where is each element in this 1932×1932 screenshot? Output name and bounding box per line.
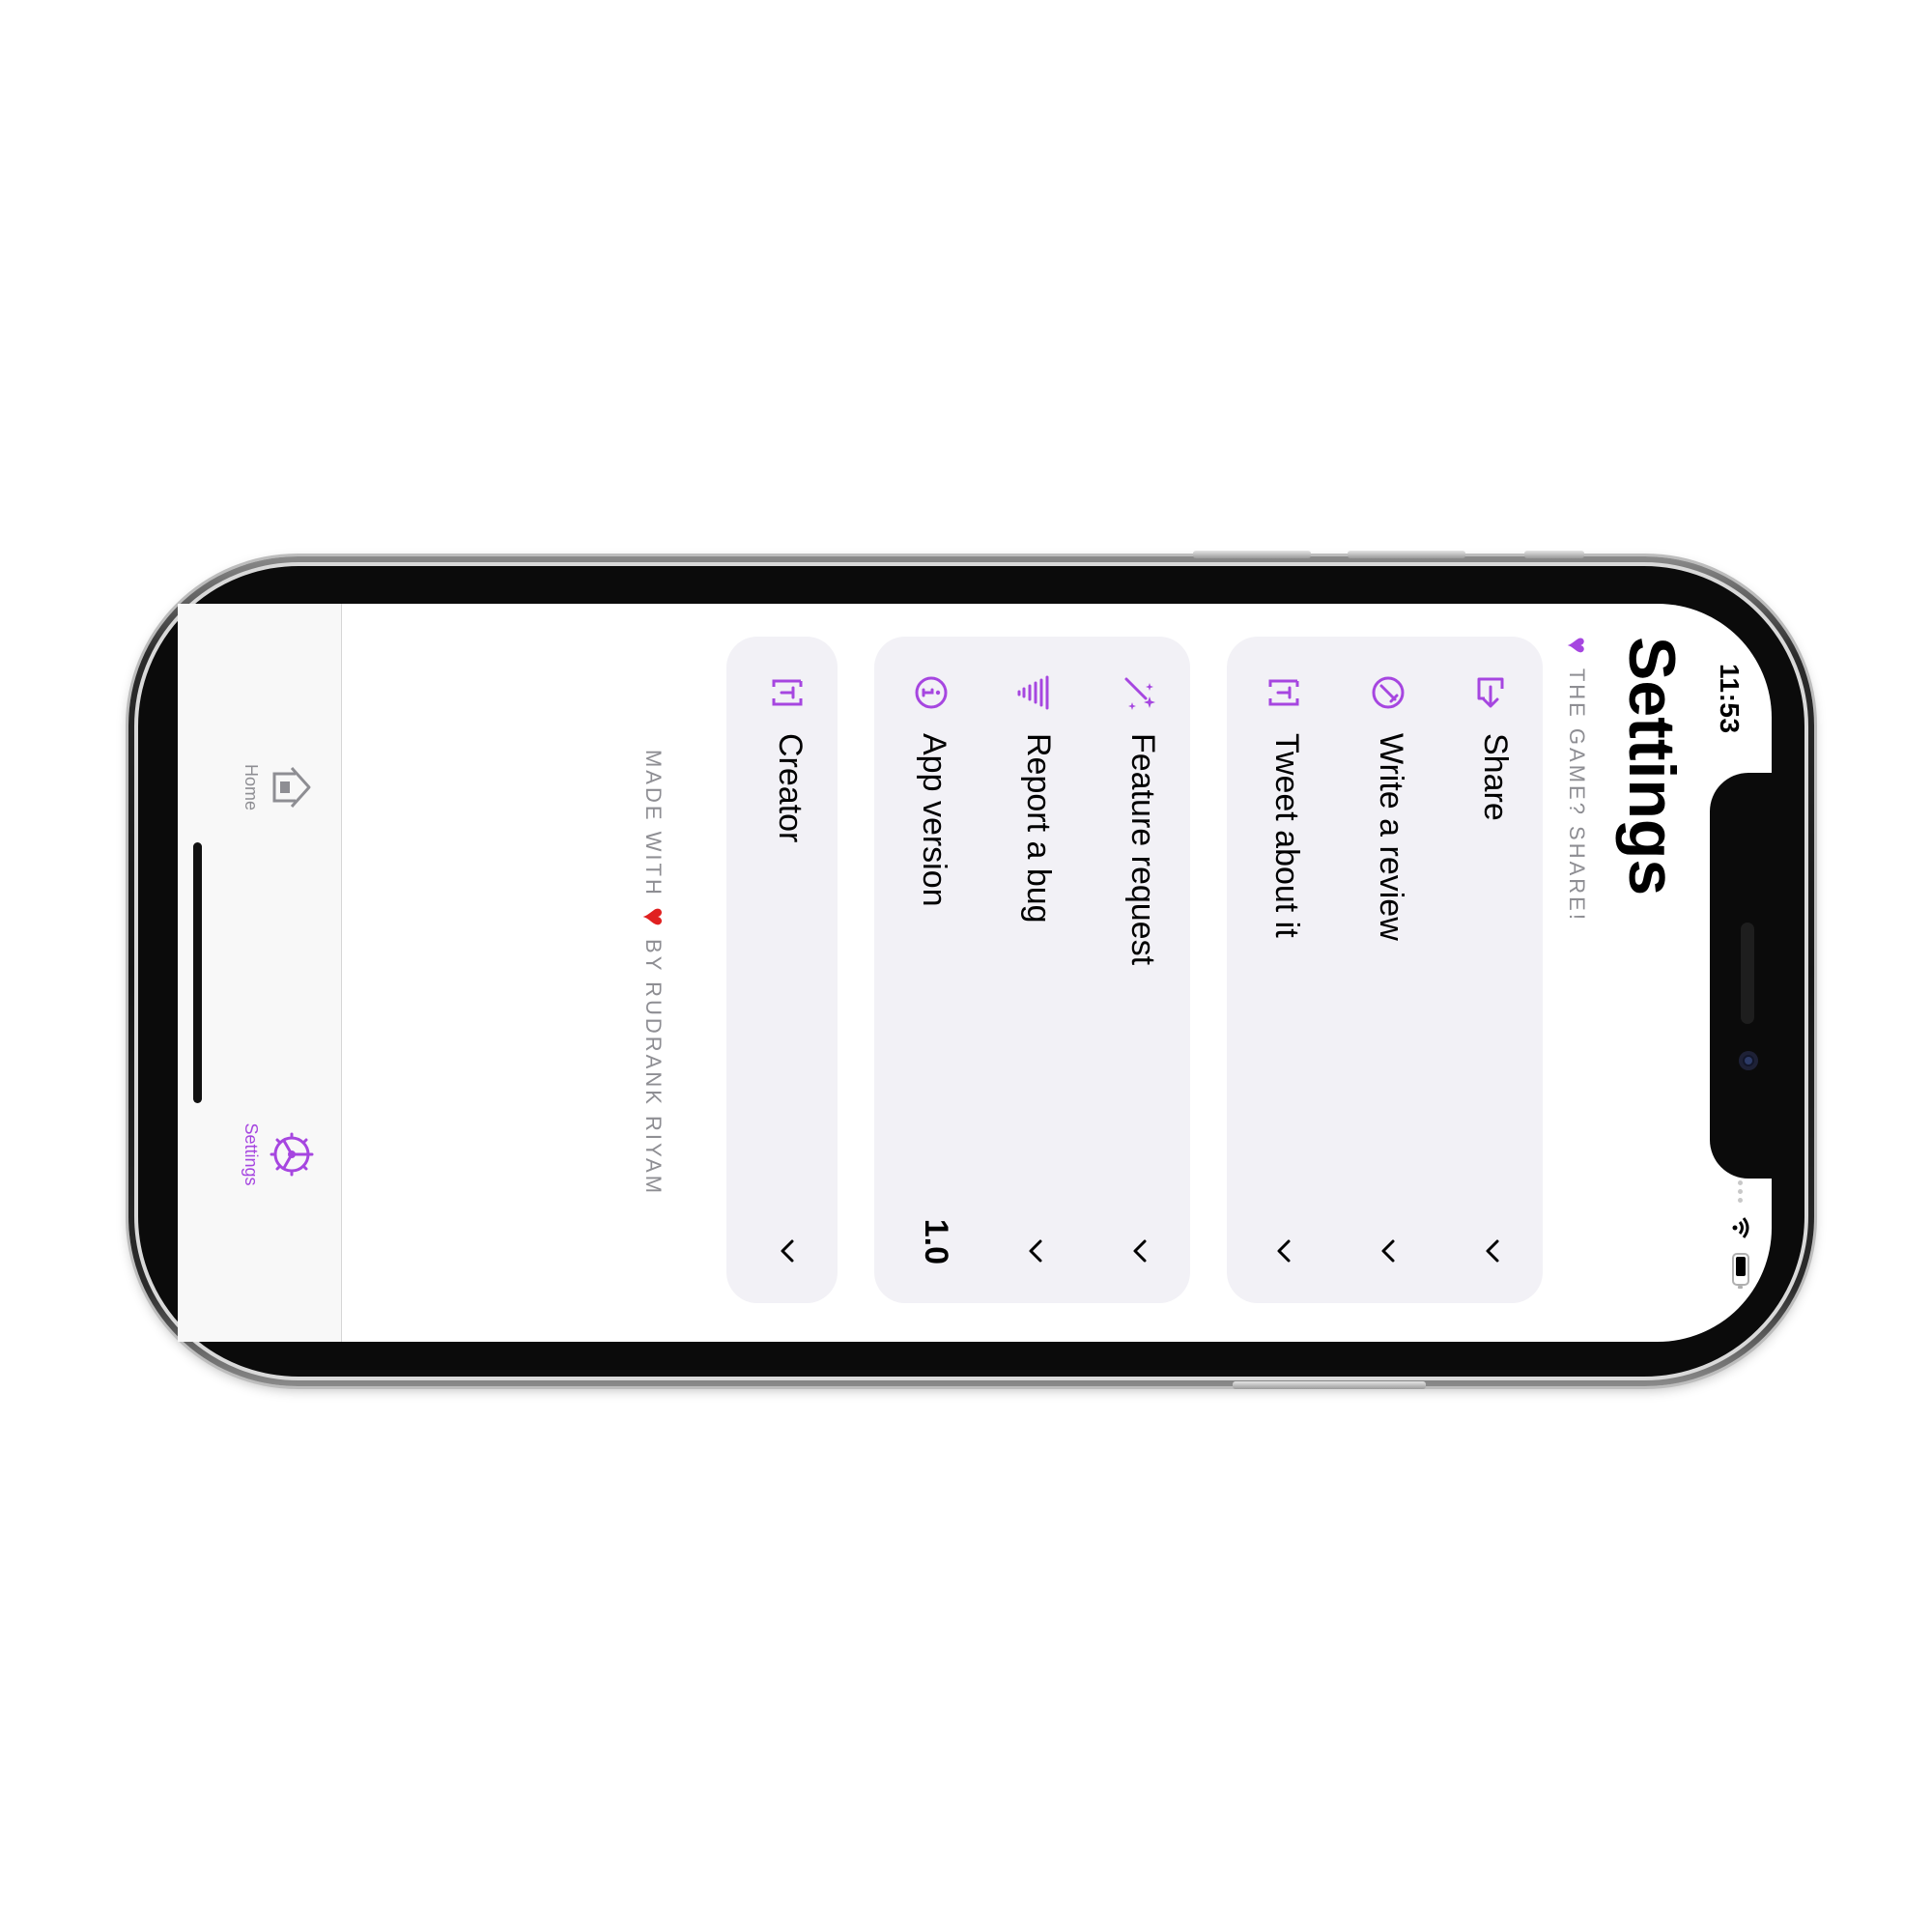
- tweet-icon: [1261, 669, 1307, 716]
- tweet-label: Tweet about it: [1268, 733, 1305, 938]
- mute-switch: [1524, 551, 1584, 558]
- battery-icon: [1732, 1253, 1749, 1286]
- tweet-row[interactable]: Tweet about it: [1230, 637, 1334, 1303]
- status-indicators: [1731, 1172, 1750, 1286]
- report-bug-label: Report a bug: [1020, 733, 1057, 923]
- tab-bar: Home Settings: [178, 604, 342, 1342]
- page-title: Settings: [1615, 637, 1689, 896]
- creator-label: Creator: [772, 733, 809, 843]
- tornado-icon: [1012, 669, 1059, 716]
- home-icon: [267, 762, 317, 812]
- tab-settings[interactable]: Settings: [241, 1096, 317, 1212]
- report-bug-row[interactable]: Report a bug: [981, 637, 1086, 1303]
- creator-section: Creator: [726, 637, 838, 1303]
- home-indicator[interactable]: [193, 842, 202, 1103]
- gear-icon: [267, 1129, 317, 1179]
- chevron-down-icon: [1277, 1239, 1291, 1263]
- share-icon: [1469, 669, 1516, 716]
- feature-request-label: Feature request: [1124, 733, 1161, 966]
- app-version-row: App version 1.0: [877, 637, 981, 1303]
- feature-request-row[interactable]: Feature request: [1086, 637, 1190, 1303]
- chevron-down-icon: [1486, 1239, 1499, 1263]
- magic-wand-icon: [1117, 669, 1163, 716]
- creator-row[interactable]: Creator: [733, 637, 838, 1303]
- earpiece-speaker: [1741, 923, 1754, 1024]
- volume-down-button: [1348, 551, 1465, 558]
- heart-icon: ♥: [636, 906, 672, 930]
- subtitle-text: THE GAME? SHARE!: [1565, 668, 1589, 923]
- review-icon: [1365, 669, 1411, 716]
- page-subtitle: ♥ THE GAME? SHARE!: [1560, 637, 1593, 923]
- side-button: [1233, 1381, 1426, 1389]
- write-review-label: Write a review: [1373, 733, 1409, 941]
- front-camera: [1739, 1051, 1758, 1070]
- share-label: Share: [1477, 733, 1514, 821]
- app-version-label: App version: [916, 733, 952, 907]
- volume-up-button: [1193, 551, 1311, 558]
- tab-home-label: Home: [242, 763, 261, 810]
- heart-icon: ♥: [1561, 637, 1593, 657]
- chevron-down-icon: [781, 1239, 794, 1263]
- chevron-down-icon: [1381, 1239, 1395, 1263]
- tab-home[interactable]: Home: [241, 729, 317, 845]
- app-version-value: 1.0: [918, 1218, 954, 1264]
- tab-settings-label: Settings: [242, 1122, 261, 1186]
- footer-prefix: MADE WITH: [641, 749, 667, 897]
- write-review-row[interactable]: Write a review: [1334, 637, 1438, 1303]
- feedback-section: Feature request Report a bug App version…: [874, 637, 1190, 1303]
- info-icon: [908, 669, 954, 716]
- made-with-footer: MADE WITH ♥ BY RUDRANK RIYAM: [635, 604, 672, 1342]
- footer-suffix: BY RUDRANK RIYAM: [641, 939, 667, 1197]
- app-content: 11:53 Settings ♥ THE GAME? SHARE! Share …: [178, 604, 1772, 1342]
- wifi-icon: [1732, 1217, 1749, 1238]
- status-time: 11:53: [1715, 664, 1745, 734]
- share-row[interactable]: Share: [1438, 637, 1543, 1303]
- chevron-down-icon: [1029, 1239, 1042, 1263]
- chevron-down-icon: [1133, 1239, 1147, 1263]
- share-section: Share Write a review Tweet about it: [1227, 637, 1543, 1303]
- creator-icon: [764, 669, 810, 716]
